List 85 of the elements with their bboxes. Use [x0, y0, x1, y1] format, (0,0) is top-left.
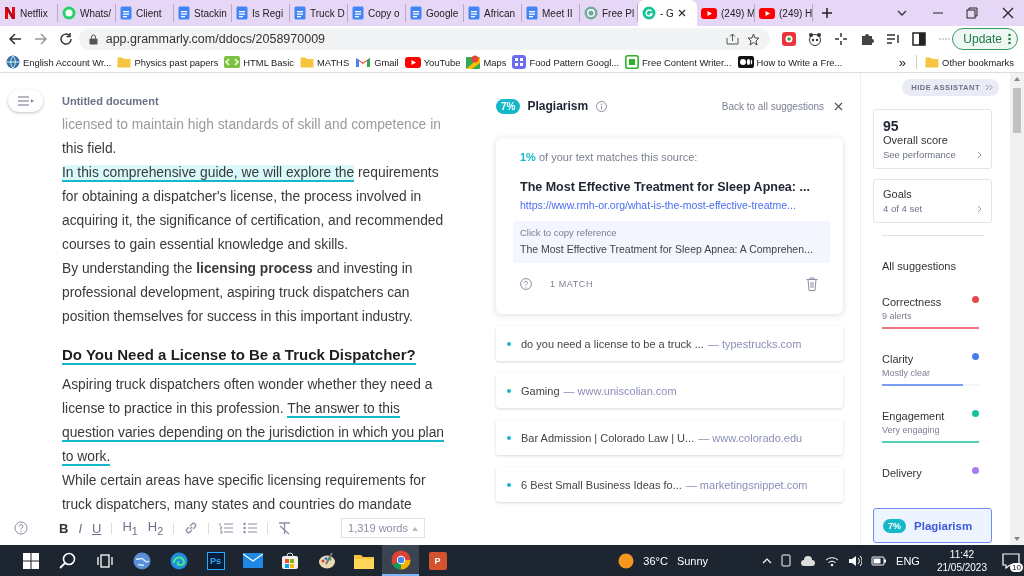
address-bar[interactable]: app.grammarly.com/ddocs/2058970009 [78, 28, 771, 50]
text-line: to work. [62, 447, 112, 468]
bold-button[interactable]: B [59, 520, 69, 536]
section-heading: Do You Need a License to Be a Truck Dispatcher? [62, 344, 417, 367]
more-bookmarks-button[interactable]: » [898, 54, 907, 70]
bookmark[interactable]: Maps [466, 55, 507, 69]
input-language[interactable]: ENG [896, 554, 920, 567]
italic-button[interactable]: I [78, 520, 82, 536]
source-item[interactable]: do you need a license to be a truck ... — typestrucks.com [496, 326, 843, 361]
text-line: license to practice in this profession. The answer to this [62, 399, 401, 420]
category-name[interactable]: Correctness [882, 296, 942, 308]
category-name[interactable]: Clarity [882, 353, 914, 365]
performance-link[interactable]: See performance [883, 149, 956, 160]
bookmark[interactable]: How to Write a Fre... [737, 56, 843, 68]
clock[interactable]: 11:42 21/05/2023 [936, 547, 987, 574]
text-line: Aspiring truck dispatchers often wonder whether they need a [62, 375, 434, 394]
bookmark[interactable]: Physics past papers [117, 56, 219, 68]
text-line: truck dispatchers, many states and countries do mandate [62, 495, 413, 514]
source-item[interactable]: Gaming — www.uniscolian.com [496, 373, 843, 408]
document-title: Untitled document [62, 94, 159, 107]
browser-tab[interactable]: Copy o [348, 4, 406, 22]
browser-tab[interactable]: (249) H [755, 4, 813, 22]
bookmark[interactable]: English Account Wr... [6, 55, 112, 69]
text-line: By understanding the licensing process and investing in [62, 259, 414, 278]
bookmark[interactable]: MATHS [300, 56, 350, 68]
heading-button[interactable]: H$_{1}$ [122, 519, 138, 538]
panel-title: Plagiarism [527, 99, 589, 113]
notifications-button[interactable]: 10 [1002, 552, 1020, 569]
section-heading: All suggestions [882, 260, 957, 272]
browser-tab[interactable]: Is Regi [232, 4, 290, 22]
match-count: 1 MATCH [550, 279, 594, 289]
category-status: Very engaging [882, 425, 941, 435]
update-button[interactable]: Update [952, 28, 1018, 50]
match-summary: 1% of your text matches this source: [520, 151, 699, 165]
bookmark[interactable]: HTML Basic [224, 56, 295, 68]
text-line: In this comprehensive guide, we will explore the requirements [62, 163, 440, 184]
bookmark[interactable]: Free Content Writer... [625, 55, 732, 69]
powerpoint-icon[interactable]: P [428, 551, 447, 570]
percent-badge: 7% [496, 98, 521, 114]
browser-tab[interactable]: (249) M [697, 4, 755, 22]
goals-card[interactable]: Goals 4 of 4 set [873, 179, 992, 223]
bookmark[interactable]: YouTube [404, 56, 461, 68]
bookmark[interactable]: Food Pattern Googl... [512, 55, 620, 69]
text-line: question varies depending on the jurisdiction in which you plan [62, 423, 445, 444]
text-line: courses to gain essential knowledge and skills. [62, 235, 350, 254]
back-link[interactable]: Back to all suggestions [721, 100, 824, 112]
text-line: licensed to maintain high standards of skill and competence in [62, 115, 442, 134]
browser-tab[interactable]: Truck D [290, 4, 348, 22]
goals-value: 4 of 4 set [883, 203, 923, 214]
underline-button[interactable]: U [92, 520, 102, 536]
browser-tab[interactable]: Free Pl [580, 4, 638, 22]
browser-tab[interactable]: Client [116, 4, 174, 22]
text-line: position themselves for success in this important industry. [62, 307, 414, 326]
category-name[interactable]: Engagement [882, 410, 945, 422]
source-item[interactable]: 6 Best Small Business Ideas fo... — marketingsnippet.com [496, 467, 843, 502]
browser-tab[interactable]: African [464, 4, 522, 22]
bookmark[interactable]: Other bookmarks [925, 56, 1014, 68]
text-line: this field. [62, 139, 118, 158]
category-status: 9 alerts [882, 311, 913, 321]
category-name[interactable]: Delivery [882, 467, 922, 479]
text-line: for obtaining a dispatcher's license, the process involved in [62, 187, 423, 206]
browser-tab[interactable]: Whats/ [58, 4, 116, 22]
plagiarism-button[interactable]: 7% Plagiarism [873, 508, 992, 543]
bookmark[interactable]: Gmail [355, 56, 399, 68]
score-value: 95 [883, 118, 900, 134]
category-status: Mostly clear [882, 368, 931, 378]
text-line: While certain areas have specific licensing requirements for [62, 471, 427, 490]
source-link[interactable]: https://www.rmh-or.org/what-is-the-most-effective-treatme... [520, 199, 830, 211]
browser-tab[interactable]: Stackin [174, 4, 232, 22]
text-line: acquiring it, the significance of certification, and recommended [62, 211, 445, 230]
goals-title: Goals [883, 188, 913, 200]
source-item[interactable]: Bar Admission | Colorado Law | U... — www.colorado.edu [496, 420, 843, 455]
text-line: professional development, aspiring truck dispatchers can [62, 283, 411, 302]
source-title: The Most Effective Treatment for Sleep Apnea: ... [520, 180, 811, 194]
copy-reference-button[interactable]: Click to copy reference The Most Effective Treatment for Sleep Apnea: A Comprehen... [513, 221, 830, 263]
browser-tab[interactable]: - G [638, 0, 697, 26]
heading-button[interactable]: H$_{2}$ [147, 519, 164, 538]
browser-tab[interactable]: Meet II [522, 4, 580, 22]
photoshop-icon[interactable]: Ps [206, 551, 225, 570]
browser-tab[interactable]: Google [406, 4, 464, 22]
temperature: 36°C [643, 554, 668, 567]
score-label: Overall score [883, 134, 949, 146]
browser-tab[interactable]: Netflix [0, 4, 58, 22]
score-card[interactable]: 95 Overall score See performance [873, 109, 992, 169]
weather-status: Sunny [676, 554, 709, 567]
